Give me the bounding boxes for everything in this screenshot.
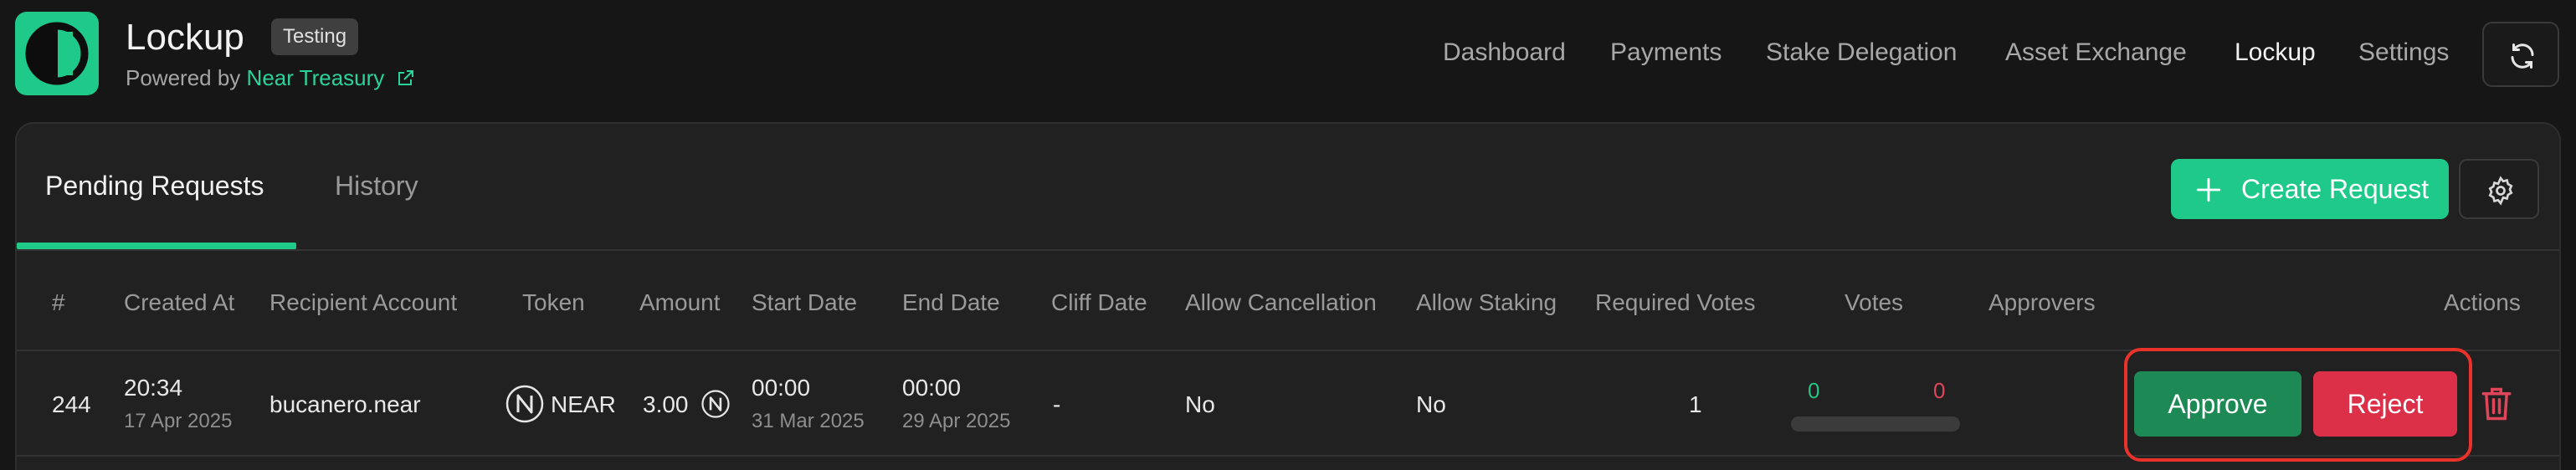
nav-payments[interactable]: Payments bbox=[1610, 38, 1722, 67]
approve-button[interactable]: Approve bbox=[2134, 371, 2301, 437]
amount-value: 3.00 bbox=[643, 391, 689, 417]
cliff-date: - bbox=[1053, 391, 1061, 417]
votes-reject-count: 0 bbox=[1933, 378, 1946, 403]
table-header: # Created At Recipient Account Token Amo… bbox=[17, 253, 2559, 351]
created-time: 20:34 bbox=[124, 375, 183, 401]
votes-approve-count: 0 bbox=[1808, 378, 1820, 403]
col-actions: Actions bbox=[2444, 289, 2521, 315]
gear-icon bbox=[2488, 176, 2513, 206]
created-date: 17 Apr 2025 bbox=[124, 410, 233, 432]
active-tab-indicator bbox=[17, 243, 296, 249]
table-row: 244 20:34 17 Apr 2025 bucanero.near NEAR… bbox=[17, 348, 2559, 462]
col-id: # bbox=[52, 289, 65, 315]
tab-history[interactable]: History bbox=[335, 171, 418, 202]
app-header: Lockup Testing Powered by Near Treasury … bbox=[0, 0, 2576, 114]
nav-stake-delegation[interactable]: Stake Delegation bbox=[1766, 38, 1958, 67]
app-title: Lockup bbox=[126, 17, 244, 58]
refresh-button[interactable] bbox=[2482, 22, 2559, 87]
refresh-icon bbox=[2511, 43, 2534, 69]
col-cliff-date: Cliff Date bbox=[1051, 289, 1147, 315]
col-recipient-account: Recipient Account bbox=[269, 289, 458, 315]
tab-pending-requests[interactable]: Pending Requests bbox=[45, 171, 264, 202]
near-treasury-link[interactable]: Near Treasury bbox=[247, 65, 385, 90]
table-settings-button[interactable] bbox=[2459, 159, 2539, 219]
col-required-votes: Required Votes bbox=[1595, 289, 1756, 315]
end-date: 29 Apr 2025 bbox=[902, 410, 1011, 432]
col-allow-staking: Allow Staking bbox=[1416, 289, 1557, 315]
allow-staking-value: No bbox=[1416, 391, 1446, 417]
request-id: 244 bbox=[52, 391, 91, 417]
trash-icon[interactable] bbox=[2479, 385, 2514, 423]
start-time: 00:00 bbox=[752, 375, 811, 401]
external-link-icon[interactable] bbox=[396, 68, 416, 94]
plus-icon bbox=[2196, 177, 2221, 202]
votes-progress-bar bbox=[1791, 416, 1960, 432]
app-logo-icon[interactable] bbox=[15, 12, 99, 95]
end-time: 00:00 bbox=[902, 375, 962, 401]
environment-badge: Testing bbox=[271, 18, 359, 55]
required-votes-value: 1 bbox=[1689, 391, 1702, 417]
col-votes: Votes bbox=[1845, 289, 1904, 315]
col-start-date: Start Date bbox=[752, 289, 858, 315]
col-amount: Amount bbox=[639, 289, 721, 315]
col-created-at: Created At bbox=[124, 289, 235, 315]
nav-lockup[interactable]: Lockup bbox=[2235, 38, 2316, 67]
create-request-button[interactable]: Create Request bbox=[2171, 159, 2449, 219]
col-end-date: End Date bbox=[902, 289, 1000, 315]
nav-settings[interactable]: Settings bbox=[2358, 38, 2449, 67]
reject-button[interactable]: Reject bbox=[2313, 371, 2457, 437]
near-token-icon bbox=[505, 385, 544, 423]
allow-cancellation-value: No bbox=[1185, 391, 1215, 417]
create-request-label: Create Request bbox=[2241, 174, 2430, 204]
tab-bar: Pending Requests History Create Request bbox=[17, 124, 2559, 251]
col-approvers: Approvers bbox=[1988, 289, 2096, 315]
powered-by: Powered by Near Treasury bbox=[126, 65, 416, 94]
requests-card: Pending Requests History Create Request … bbox=[15, 122, 2561, 470]
recipient-account: bucanero.near bbox=[269, 391, 421, 417]
near-token-icon bbox=[701, 390, 730, 418]
nav-asset-exchange[interactable]: Asset Exchange bbox=[2005, 38, 2187, 67]
start-date: 31 Mar 2025 bbox=[752, 410, 865, 432]
nav-dashboard[interactable]: Dashboard bbox=[1443, 38, 1566, 67]
token-symbol: NEAR bbox=[551, 391, 616, 417]
col-allow-cancellation: Allow Cancellation bbox=[1185, 289, 1377, 315]
col-token: Token bbox=[522, 289, 585, 315]
powered-by-prefix: Powered by bbox=[126, 65, 241, 90]
